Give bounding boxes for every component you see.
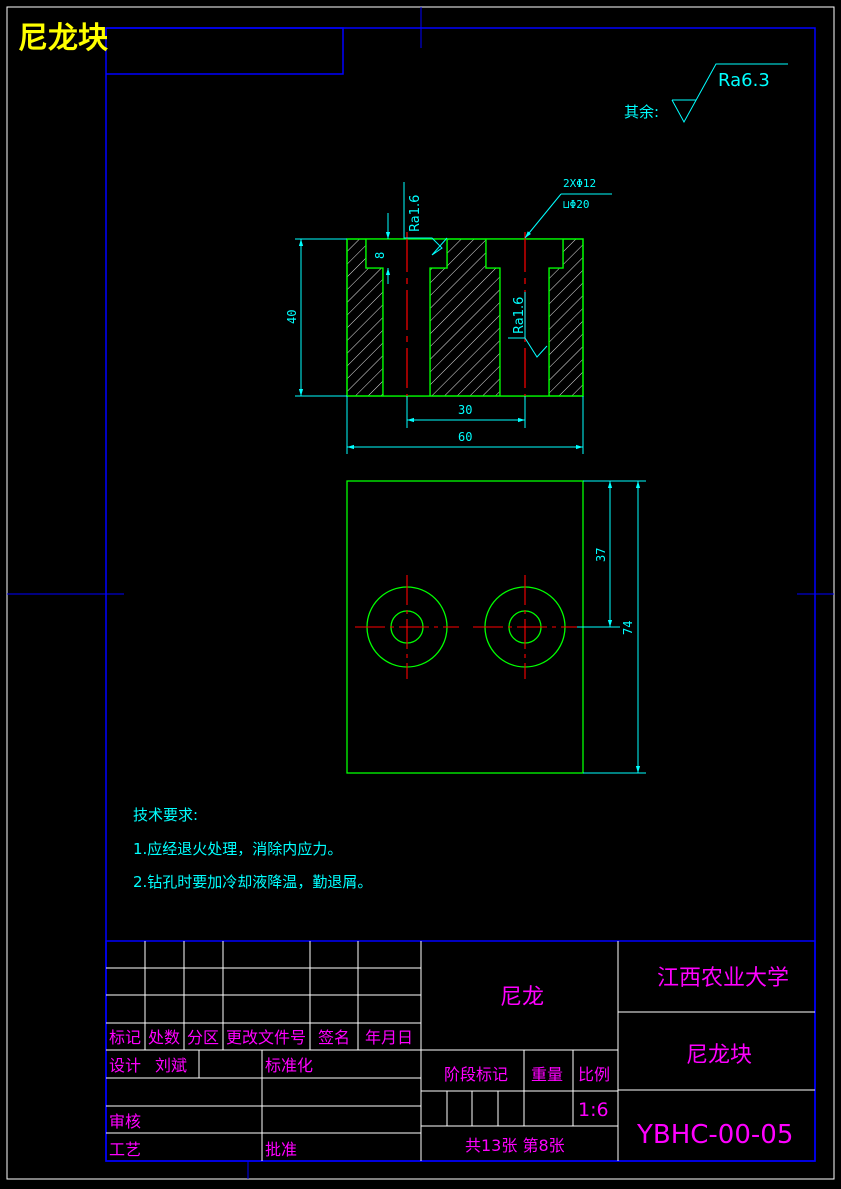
rev-header-change-doc: 更改文件号 [226, 1028, 306, 1047]
dimension-center-offset-value: 37 [594, 548, 608, 562]
hole-callout-count-dia: 2XΦ12 [563, 177, 596, 190]
tech-req-item-1: 1.应经退火处理，消除内应力。 [133, 840, 342, 858]
material: 尼龙 [500, 985, 544, 1010]
hole-callout: 2XΦ12 ⊔Φ20 [524, 177, 612, 239]
dimension-height-value: 40 [285, 310, 299, 324]
process-label: 工艺 [109, 1140, 141, 1159]
rev-header-date: 年月日 [365, 1028, 413, 1047]
dimension-width-value: 60 [458, 430, 472, 444]
technical-requirements: 技术要求: 1.应经退火处理，消除内应力。 2.钻孔时要加冷却液降温，勤退屑。 [133, 806, 372, 891]
standardization-label: 标准化 [265, 1056, 313, 1075]
part-name: 尼龙块 [686, 1043, 752, 1068]
dimension-center-offset: 37 [577, 480, 646, 628]
scale-value: 1:6 [578, 1099, 609, 1121]
surface-finish-other-label: 其余: [624, 103, 659, 121]
section-hatch-right [549, 268, 563, 396]
hole-callout-counterbore: ⊔Φ20 [563, 198, 590, 211]
drawing-title: 尼龙块 [18, 21, 108, 56]
dimension-hole-spacing-value: 30 [458, 403, 472, 417]
dimension-counterbore-depth-value: 8 [373, 252, 387, 259]
dimension-length-value: 74 [621, 621, 635, 635]
dimension-height: 40 [285, 238, 347, 397]
rev-header-zone: 分区 [187, 1028, 219, 1047]
surface-finish-bore-value: Ra1.6 [512, 297, 527, 334]
designer-name: 刘斌 [155, 1056, 187, 1075]
rev-header-count: 处数 [148, 1028, 180, 1047]
surface-finish-default-value: Ra6.3 [718, 70, 770, 91]
engineering-drawing: 尼龙块 其余: Ra6.3 40 8 Ra1.6 Ra1.6 2XΦ12 ⊔Φ2… [6, 6, 835, 1180]
weight-label: 重量 [531, 1065, 563, 1084]
surface-finish-counterbore-value: Ra1.6 [408, 195, 423, 232]
hole-left [355, 575, 459, 679]
scale-label: 比例 [578, 1065, 610, 1084]
section-hatch-left [347, 239, 366, 396]
rev-header-signature: 签名 [318, 1028, 350, 1047]
sheet-info: 共13张 第8张 [465, 1136, 565, 1155]
section-hatch-left-lower [366, 268, 383, 396]
design-label: 设计 [109, 1056, 141, 1075]
stage-mark-label: 阶段标记 [444, 1065, 508, 1084]
approve-label: 批准 [265, 1140, 297, 1159]
drawing-number: YBHC-00-05 [636, 1120, 793, 1150]
hole-right [473, 575, 577, 679]
top-view [346, 480, 584, 774]
rev-header-mark: 标记 [109, 1028, 141, 1047]
organization: 江西农业大学 [657, 966, 789, 991]
section-hatch-middle-lower [486, 268, 500, 396]
surface-finish-default: 其余: Ra6.3 [624, 63, 788, 124]
tech-req-item-2: 2.钻孔时要加冷却液降温，勤退屑。 [133, 873, 372, 891]
section-hatch-right-edge [563, 239, 583, 396]
review-label: 审核 [109, 1112, 141, 1131]
dimension-hole-spacing: 30 [406, 396, 526, 428]
tech-req-heading: 技术要求: [133, 806, 198, 824]
